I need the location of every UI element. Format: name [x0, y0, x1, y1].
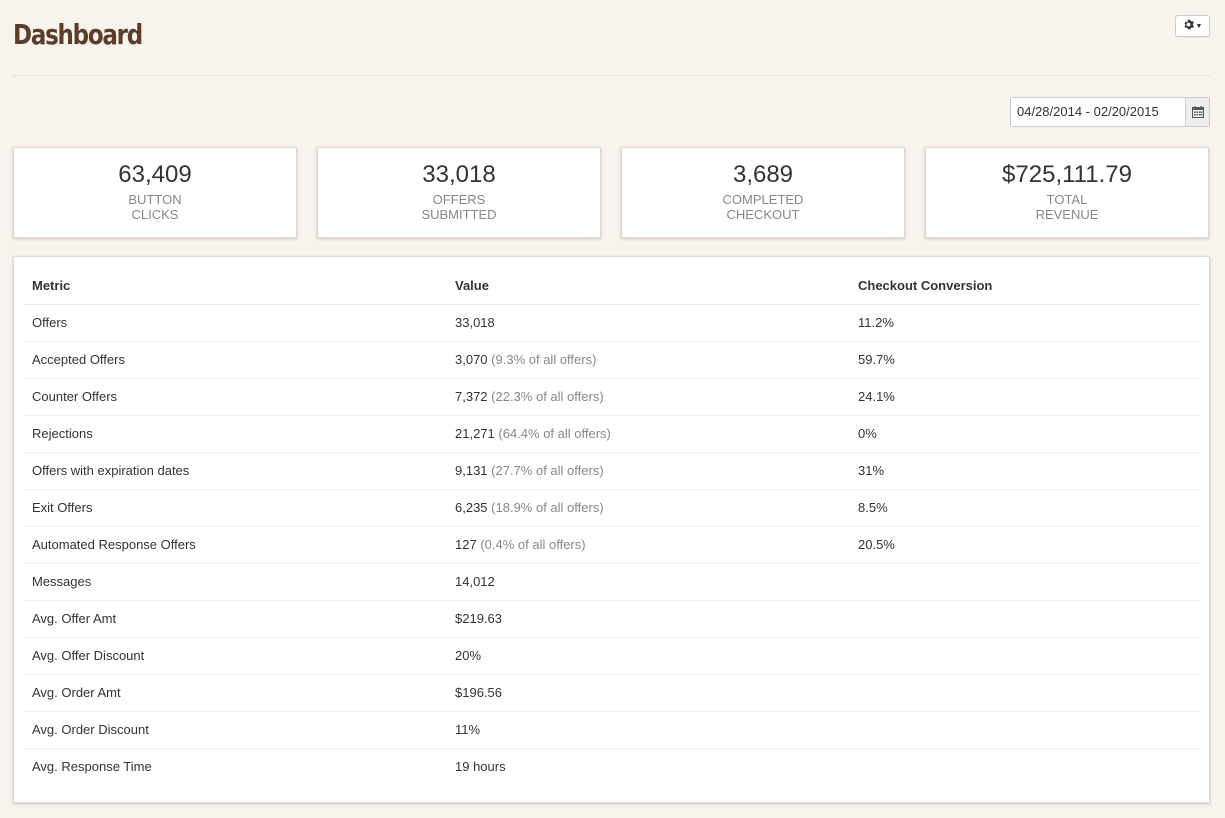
conversion-cell — [850, 710, 1200, 748]
value-number: 33,018 — [455, 315, 495, 330]
value-cell: 20% — [447, 636, 850, 674]
stat-value: 63,409 — [118, 161, 192, 188]
page-title: Dashboard — [13, 18, 143, 51]
metric-cell: Exit Offers — [24, 488, 447, 526]
table-row: Offers 33,018 11.2% — [24, 304, 1200, 341]
stat-label: BUTTON CLICKS — [128, 192, 182, 222]
stat-value: 3,689 — [732, 161, 794, 188]
value-number: 9,131 — [455, 463, 488, 478]
value-cell: 3,070 (9.3% of all offers) — [447, 340, 850, 378]
value-number: 6,235 — [455, 500, 488, 515]
conversion-cell: 20.5% — [850, 525, 1200, 563]
value-number: 20% — [455, 648, 482, 663]
value-note: (0.4% of all offers) — [480, 537, 586, 552]
metric-cell: Offers with expiration dates — [24, 451, 447, 489]
value-number: 7,372 — [455, 389, 488, 404]
metric-cell: Avg. Response Time — [24, 747, 447, 785]
stat-card-button-clicks: 63,409 BUTTON CLICKS — [13, 147, 297, 238]
conversion-cell: 0% — [850, 414, 1200, 452]
table-header-row: Metric Value Checkout Conversion — [24, 267, 1200, 305]
header-divider — [13, 75, 1210, 76]
column-header-checkout-conversion: Checkout Conversion — [850, 267, 1200, 305]
metrics-table: Metric Value Checkout Conversion Offers … — [24, 267, 1200, 785]
date-range-input[interactable]: 04/28/2014 - 02/20/2015 — [1011, 98, 1185, 126]
value-cell: 7,372 (22.3% of all offers) — [447, 377, 850, 415]
table-row: Accepted Offers 3,070 (9.3% of all offer… — [24, 340, 1200, 378]
caret-down-icon: ▼ — [1195, 22, 1203, 30]
value-cell: 6,235 (18.9% of all offers) — [447, 488, 850, 526]
stat-value: 33,018 — [422, 161, 496, 188]
table-row: Exit Offers 6,235 (18.9% of all offers) … — [24, 488, 1200, 526]
value-number: 3,070 — [455, 352, 488, 367]
stat-card-completed-checkout: 3,689 COMPLETED CHECKOUT — [621, 147, 905, 238]
metrics-panel: Metric Value Checkout Conversion Offers … — [13, 256, 1210, 803]
value-note: (18.9% of all offers) — [491, 500, 604, 515]
value-cell: $219.63 — [447, 599, 850, 637]
value-note: (64.4% of all offers) — [498, 426, 611, 441]
metric-cell: Avg. Order Discount — [24, 710, 447, 748]
stat-card-offers-submitted: 33,018 OFFERS SUBMITTED — [317, 147, 601, 238]
value-cell: 11% — [447, 710, 850, 748]
stat-value: $725,111.79 — [1002, 161, 1132, 188]
table-row: Counter Offers 7,372 (22.3% of all offer… — [24, 377, 1200, 415]
value-number: $219.63 — [455, 611, 502, 626]
table-row: Messages 14,012 — [24, 562, 1200, 600]
value-cell: 14,012 — [447, 562, 850, 600]
stat-label: COMPLETED CHECKOUT — [722, 192, 804, 222]
stat-card-total-revenue: $725,111.79 TOTAL REVENUE — [925, 147, 1209, 238]
metric-cell: Rejections — [24, 414, 447, 452]
metric-cell: Counter Offers — [24, 377, 447, 415]
metric-cell: Avg. Offer Discount — [24, 636, 447, 674]
metric-cell: Avg. Offer Amt — [24, 599, 447, 637]
table-row: Avg. Offer Discount 20% — [24, 636, 1200, 674]
stat-label: OFFERS SUBMITTED — [421, 192, 497, 222]
conversion-cell — [850, 747, 1200, 785]
value-number: 19 hours — [455, 759, 506, 775]
value-cell: $196.56 — [447, 673, 850, 711]
table-row: Rejections 21,271 (64.4% of all offers) … — [24, 414, 1200, 452]
gear-icon — [1183, 19, 1194, 33]
column-header-metric: Metric — [24, 267, 447, 305]
conversion-cell: 24.1% — [850, 377, 1200, 415]
conversion-cell — [850, 636, 1200, 674]
metric-cell: Avg. Order Amt — [24, 673, 447, 711]
metric-cell: Messages — [24, 562, 447, 600]
value-cell: 127 (0.4% of all offers) — [447, 525, 850, 563]
value-note: (27.7% of all offers) — [491, 463, 604, 478]
table-row: Avg. Response Time 19 hours — [24, 747, 1200, 785]
value-number: 14,012 — [455, 574, 495, 589]
value-cell: 19 hours — [447, 747, 850, 785]
settings-dropdown-button[interactable]: ▼ — [1175, 15, 1210, 37]
column-header-value: Value — [447, 267, 850, 305]
value-cell: 9,131 (27.7% of all offers) — [447, 451, 850, 489]
value-number: 127 — [455, 537, 477, 552]
value-note: (9.3% of all offers) — [491, 352, 597, 367]
value-cell: 21,271 (64.4% of all offers) — [447, 414, 850, 452]
table-row: Automated Response Offers 127 (0.4% of a… — [24, 525, 1200, 563]
value-cell: 33,018 — [447, 304, 850, 341]
value-note: (22.3% of all offers) — [491, 389, 604, 404]
metric-cell: Offers — [32, 315, 68, 330]
date-range-picker[interactable]: 04/28/2014 - 02/20/2015 — [1010, 97, 1210, 127]
metric-cell: Automated Response Offers — [24, 525, 447, 563]
value-number: 11% — [455, 722, 481, 737]
value-number: 21,271 — [455, 426, 495, 441]
conversion-cell — [850, 599, 1200, 637]
conversion-cell — [850, 673, 1200, 711]
conversion-cell: 11.2% — [858, 315, 894, 330]
conversion-cell — [850, 562, 1200, 600]
table-row: Avg. Offer Amt $219.63 — [24, 599, 1200, 637]
metric-cell: Accepted Offers — [24, 340, 447, 378]
table-row: Avg. Order Amt $196.56 — [24, 673, 1200, 711]
conversion-cell: 8.5% — [850, 488, 1200, 526]
table-row: Avg. Order Discount 11% — [24, 710, 1200, 748]
calendar-icon[interactable] — [1185, 98, 1209, 126]
stat-label: TOTAL REVENUE — [1035, 192, 1099, 222]
conversion-cell: 59.7% — [850, 340, 1200, 378]
conversion-cell: 31% — [850, 451, 1200, 489]
value-number: $196.56 — [455, 685, 502, 700]
table-row: Offers with expiration dates 9,131 (27.7… — [24, 451, 1200, 489]
